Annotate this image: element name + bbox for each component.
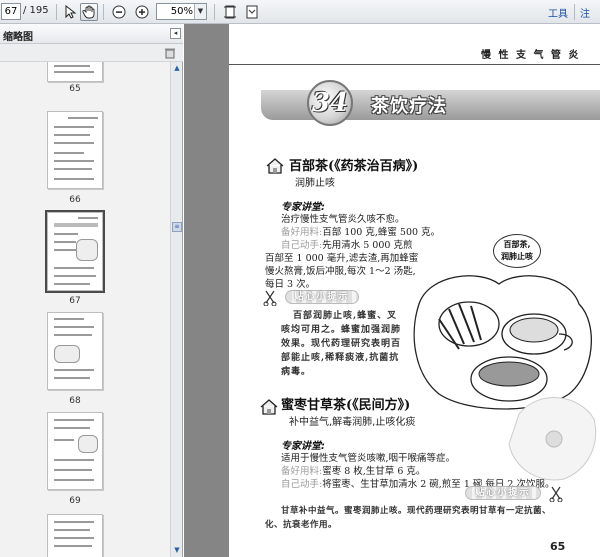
- chapter-title: 茶饮疗法: [371, 96, 447, 117]
- thumbnail-page-selected[interactable]: [45, 210, 105, 293]
- note-line: 咳均可用之。蜂蜜加强润肺: [281, 325, 402, 335]
- speech-bubble: 百部茶, 润肺止咳: [493, 234, 541, 268]
- house-icon: [266, 158, 284, 174]
- toolbar-separator: [214, 4, 215, 20]
- thumbnail-page[interactable]: [47, 312, 103, 390]
- note-line: 化、抗衰老作用。: [265, 520, 338, 530]
- panel-title: 缩略图: [3, 32, 33, 43]
- thumbnail-scrollbar[interactable]: ▲ ≡ ▼: [170, 62, 182, 557]
- zoom-in-icon[interactable]: [133, 3, 151, 21]
- zoom-out-icon[interactable]: [110, 3, 128, 21]
- zoom-value: 50%: [170, 6, 193, 17]
- reminder-banner: 贴心小提示: [465, 486, 541, 500]
- thumbnail-label: 66: [69, 195, 81, 205]
- body-line: 每日 3 次。: [265, 279, 316, 290]
- collapse-panel-button[interactable]: ◂: [170, 28, 181, 39]
- select-cursor-icon[interactable]: [61, 3, 79, 21]
- thumbnail-page[interactable]: [47, 62, 103, 82]
- thumbnail-label: 65: [69, 84, 81, 94]
- scissors-icon: [263, 290, 277, 306]
- body-line: 慢火熬膏,饭后冲服,每次 1～2 汤匙,: [265, 266, 416, 277]
- scrollbar-thumb[interactable]: ≡: [172, 222, 182, 232]
- note-line: 百部润肺止咳,蜂蜜、叉: [293, 311, 398, 321]
- trash-icon[interactable]: [164, 47, 176, 59]
- tools-menu[interactable]: 工具: [548, 5, 568, 20]
- fit-page-icon[interactable]: [221, 3, 239, 21]
- house-icon: [260, 399, 278, 415]
- scroll-up-icon[interactable]: ▲: [172, 63, 182, 73]
- page-number: 65: [550, 540, 566, 553]
- note-line: 部能止咳,稀释痰液,抗菌抗: [281, 353, 400, 363]
- page-total: / 195: [23, 5, 49, 16]
- note-line: 甘草补中益气。蜜枣润肺止咳。现代药理研究表明甘草有一定抗菌、: [281, 506, 552, 516]
- body-line: 自己动手:先用清水 5 000 克煎: [281, 240, 413, 251]
- thumbnail-label: 69: [69, 496, 81, 506]
- chevron-down-icon[interactable]: ▼: [194, 4, 206, 19]
- thumbnail-label: 68: [69, 396, 81, 406]
- thumbnail-page[interactable]: [47, 514, 103, 557]
- chapter-number: 34: [307, 80, 353, 126]
- annotate-menu[interactable]: 注: [580, 5, 590, 20]
- note-line: 效果。现代药理研究表明百: [281, 339, 402, 349]
- header-rule: [229, 64, 600, 65]
- recipe-effect: 补中益气,解毒润肺,止咳化痰: [289, 417, 416, 428]
- thumbnails-panel-header: 缩略图 ◂: [0, 24, 183, 44]
- body-line: 百部至 1 000 毫升,滤去渣,再加蜂蜜: [265, 253, 419, 264]
- thumbnail-page[interactable]: [47, 111, 103, 189]
- scissors-icon: [549, 486, 563, 502]
- body-line: 备好用料:百部 100 克,蜂蜜 500 克。: [281, 227, 441, 238]
- hand-tool-icon[interactable]: [80, 3, 98, 21]
- document-viewport[interactable]: 慢 性 支 气 管 炎 34 茶饮疗法 百部茶(《药茶治百病》) 润肺止咳 专家…: [184, 24, 600, 557]
- toolbar-separator: [56, 4, 57, 20]
- toolbar: 67 / 195 50% ▼ 工具 注: [0, 0, 600, 24]
- note-line: 病毒。: [281, 367, 312, 377]
- recipe-effect: 润肺止咳: [295, 178, 335, 189]
- recipe-title: 百部茶(《药茶治百病》): [289, 159, 419, 174]
- thumbnail-label: 67: [69, 296, 81, 306]
- body-line: 适用于慢性支气管炎咳嗽,咽干喉痛等症。: [281, 453, 456, 464]
- thumbnail-list: 65 66 67 68 69: [0, 62, 170, 557]
- recipe-title: 蜜枣甘草茶(《民间方》): [281, 398, 411, 413]
- body-line: 备好用料:蜜枣 8 枚,生甘草 6 克。: [281, 466, 426, 477]
- running-header: 慢 性 支 气 管 炎: [481, 50, 581, 61]
- zoom-select[interactable]: 50% ▼: [156, 3, 207, 20]
- body-line: 治疗慢性支气管炎久咳不愈。: [281, 214, 405, 225]
- toolbar-separator: [103, 4, 104, 20]
- reminder-banner: 贴心小提示: [285, 290, 359, 304]
- scroll-down-icon[interactable]: ▼: [172, 545, 182, 555]
- document-page: 慢 性 支 气 管 炎 34 茶饮疗法 百部茶(《药茶治百病》) 润肺止咳 专家…: [229, 24, 600, 557]
- panel-toolbar: [0, 44, 183, 62]
- page-number-input[interactable]: 67: [1, 3, 21, 20]
- fit-width-icon[interactable]: [243, 3, 261, 21]
- herb-illustration: [508, 397, 597, 481]
- thumbnail-page[interactable]: [47, 412, 103, 490]
- toolbar-separator: [574, 4, 575, 20]
- thumbnails-panel: 缩略图 ◂ 65 66 67 68 69 ▲ ≡ ▼: [0, 24, 183, 557]
